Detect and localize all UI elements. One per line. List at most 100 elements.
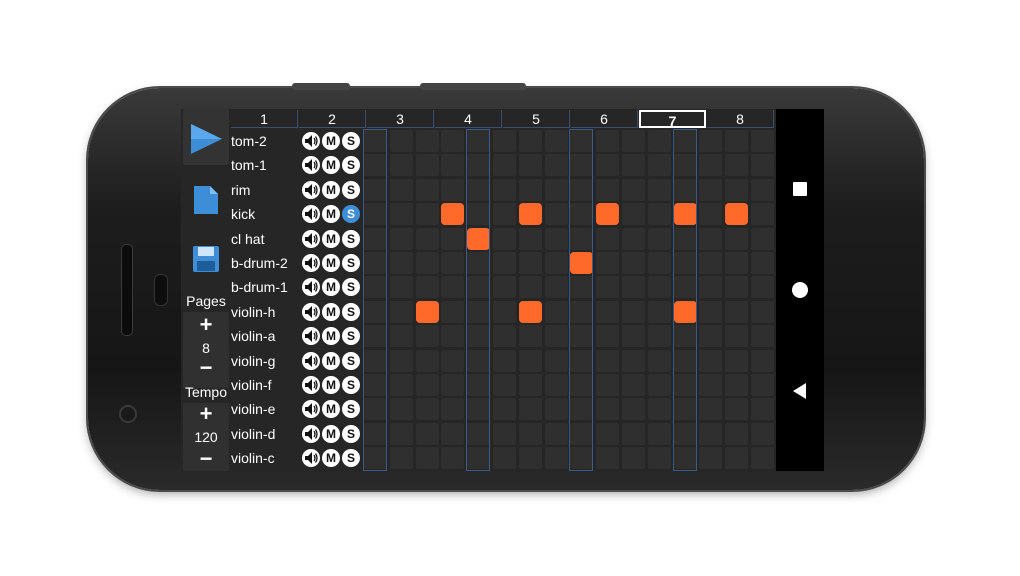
step-cell[interactable]	[725, 422, 749, 445]
step-cell[interactable]	[673, 154, 697, 177]
speaker-icon[interactable]	[302, 376, 320, 394]
step-cell[interactable]	[725, 227, 749, 250]
step-cell[interactable]	[596, 325, 620, 348]
step-cell[interactable]	[389, 447, 413, 470]
active-step[interactable]	[415, 300, 439, 323]
solo-button[interactable]: S	[342, 180, 360, 199]
step-cell[interactable]	[467, 422, 491, 445]
step-cell[interactable]	[673, 349, 697, 372]
solo-button[interactable]: S	[342, 229, 360, 248]
step-cell[interactable]	[699, 398, 723, 421]
step-cell[interactable]	[647, 227, 671, 250]
step-cell[interactable]	[441, 227, 465, 250]
step-cell[interactable]	[622, 349, 645, 372]
step-cell[interactable]	[751, 227, 774, 250]
step-cell[interactable]	[493, 447, 516, 470]
step-cell[interactable]	[699, 252, 723, 274]
step-cell[interactable]	[364, 178, 387, 201]
step-cell[interactable]	[364, 447, 387, 470]
solo-button[interactable]: S	[342, 424, 360, 443]
step-cell[interactable]	[544, 178, 568, 201]
step-cell[interactable]	[493, 300, 516, 323]
solo-button[interactable]: S	[342, 327, 360, 346]
step-cell[interactable]	[673, 422, 697, 445]
page-tab-3[interactable]: 3	[367, 110, 434, 128]
tempo-decrease-button[interactable]: −	[181, 448, 231, 470]
speaker-icon[interactable]	[302, 156, 320, 175]
new-file-icon[interactable]	[193, 185, 219, 215]
solo-button[interactable]: S	[342, 302, 360, 321]
active-step[interactable]	[570, 252, 594, 274]
mute-button[interactable]: M	[322, 376, 340, 394]
step-cell[interactable]	[441, 130, 465, 152]
page-tab-2[interactable]: 2	[299, 110, 366, 128]
step-cell[interactable]	[570, 447, 594, 470]
mute-button[interactable]: M	[322, 254, 340, 272]
step-cell[interactable]	[751, 325, 774, 348]
solo-button[interactable]: S	[342, 376, 360, 394]
step-cell[interactable]	[570, 154, 594, 177]
step-cell[interactable]	[467, 325, 491, 348]
step-cell[interactable]	[570, 398, 594, 421]
mute-button[interactable]: M	[322, 132, 340, 150]
step-cell[interactable]	[493, 130, 516, 152]
step-cell[interactable]	[415, 374, 439, 396]
step-cell[interactable]	[467, 398, 491, 421]
step-cell[interactable]	[415, 252, 439, 274]
step-cell[interactable]	[389, 325, 413, 348]
step-cell[interactable]	[389, 178, 413, 201]
speaker-icon[interactable]	[302, 302, 320, 321]
step-cell[interactable]	[673, 276, 697, 299]
step-cell[interactable]	[364, 276, 387, 299]
step-cell[interactable]	[493, 349, 516, 372]
active-step[interactable]	[673, 203, 697, 226]
step-cell[interactable]	[518, 154, 542, 177]
step-cell[interactable]	[544, 325, 568, 348]
step-cell[interactable]	[725, 178, 749, 201]
speaker-icon[interactable]	[302, 449, 320, 468]
speaker-icon[interactable]	[302, 424, 320, 443]
step-cell[interactable]	[467, 252, 491, 274]
step-cell[interactable]	[441, 349, 465, 372]
step-cell[interactable]	[518, 325, 542, 348]
step-cell[interactable]	[570, 300, 594, 323]
step-cell[interactable]	[518, 349, 542, 372]
step-cell[interactable]	[596, 398, 620, 421]
step-cell[interactable]	[673, 325, 697, 348]
step-cell[interactable]	[751, 398, 774, 421]
step-cell[interactable]	[596, 154, 620, 177]
step-cell[interactable]	[518, 447, 542, 470]
step-cell[interactable]	[544, 300, 568, 323]
step-cell[interactable]	[725, 398, 749, 421]
active-step[interactable]	[441, 203, 465, 226]
solo-button[interactable]: S	[342, 132, 360, 150]
step-cell[interactable]	[725, 276, 749, 299]
step-cell[interactable]	[699, 300, 723, 323]
step-cell[interactable]	[673, 252, 697, 274]
step-cell[interactable]	[415, 130, 439, 152]
step-cell[interactable]	[570, 276, 594, 299]
step-cell[interactable]	[518, 227, 542, 250]
speaker-icon[interactable]	[302, 278, 320, 297]
mute-button[interactable]: M	[322, 449, 340, 468]
step-cell[interactable]	[467, 300, 491, 323]
step-cell[interactable]	[647, 276, 671, 299]
home-icon[interactable]	[792, 282, 808, 298]
step-cell[interactable]	[389, 300, 413, 323]
step-cell[interactable]	[364, 422, 387, 445]
step-cell[interactable]	[751, 130, 774, 152]
mute-button[interactable]: M	[322, 327, 340, 346]
mute-button[interactable]: M	[322, 400, 340, 419]
step-cell[interactable]	[364, 203, 387, 226]
step-cell[interactable]	[699, 374, 723, 396]
step-cell[interactable]	[544, 422, 568, 445]
step-cell[interactable]	[415, 447, 439, 470]
step-cell[interactable]	[647, 422, 671, 445]
step-cell[interactable]	[570, 349, 594, 372]
step-cell[interactable]	[518, 130, 542, 152]
step-cell[interactable]	[570, 203, 594, 226]
speaker-icon[interactable]	[302, 400, 320, 419]
active-step[interactable]	[596, 203, 620, 226]
step-cell[interactable]	[725, 300, 749, 323]
mute-button[interactable]: M	[322, 229, 340, 248]
